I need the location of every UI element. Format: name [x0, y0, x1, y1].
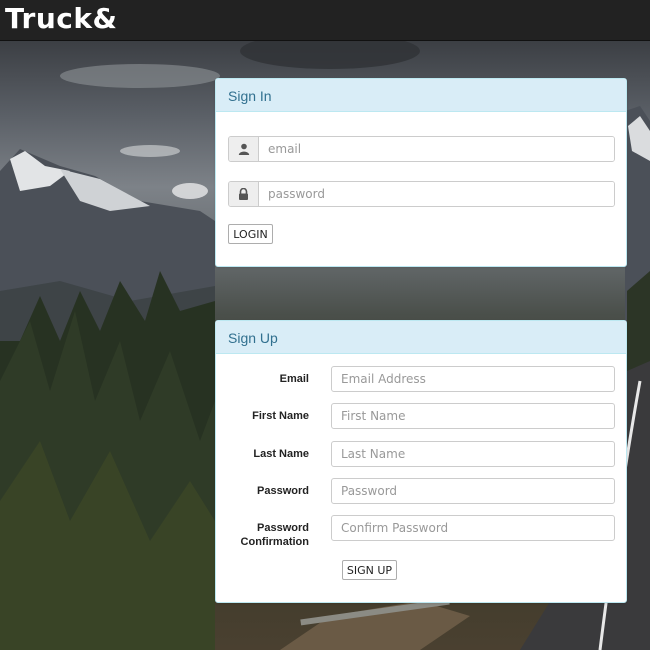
- signup-last-name-input[interactable]: [331, 441, 615, 467]
- signin-email-input[interactable]: [259, 137, 614, 161]
- signup-email-row: Email: [216, 366, 628, 396]
- sign-in-heading: Sign In: [216, 79, 626, 112]
- user-icon: [229, 137, 259, 161]
- signup-password-input[interactable]: [331, 478, 615, 504]
- signup-first-name-label: First Name: [252, 410, 309, 422]
- signup-email-input[interactable]: [331, 366, 615, 392]
- top-navbar: Truck&: [0, 0, 650, 41]
- signup-last-name-row: Last Name: [216, 441, 628, 471]
- signup-password-label: Password: [257, 485, 309, 497]
- signin-email-group: [228, 136, 615, 162]
- sign-up-button[interactable]: SIGN UP: [342, 560, 397, 580]
- sign-up-panel: Sign Up Email First Name Last Name Passw…: [215, 320, 627, 603]
- sign-in-panel: Sign In LOGIN: [215, 78, 627, 267]
- signup-password-confirmation-label: Password Confirmation: [240, 522, 309, 548]
- login-button[interactable]: LOGIN: [228, 224, 273, 244]
- signup-password-row: Password: [216, 478, 628, 508]
- signin-password-group: [228, 181, 615, 207]
- lock-icon: [229, 182, 259, 206]
- signup-first-name-row: First Name: [216, 403, 628, 433]
- brand-logo[interactable]: Truck&: [5, 2, 117, 35]
- signup-password-confirmation-input[interactable]: [331, 515, 615, 541]
- sign-up-heading: Sign Up: [216, 321, 626, 354]
- signin-password-input[interactable]: [259, 182, 614, 206]
- signup-first-name-input[interactable]: [331, 403, 615, 429]
- signup-email-label: Email: [279, 373, 309, 385]
- signup-password-confirmation-row: Password Confirmation: [216, 515, 628, 551]
- signup-last-name-label: Last Name: [253, 448, 309, 460]
